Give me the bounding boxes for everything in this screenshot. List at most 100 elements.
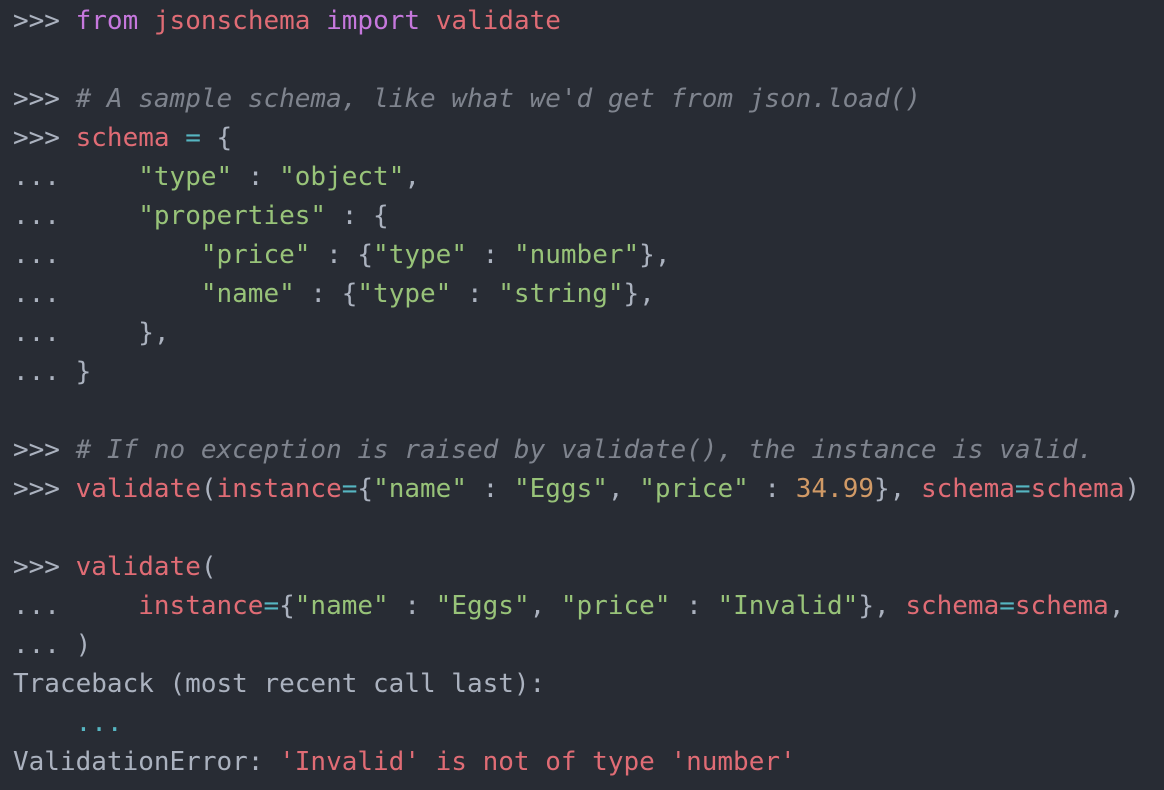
code-line: ... } [13, 353, 1164, 392]
punctuation-token: ( [200, 474, 217, 504]
punctuation-token [170, 123, 186, 153]
string-token: "type" [357, 279, 452, 309]
operator-token: = [341, 474, 358, 504]
punctuation-token [310, 6, 326, 36]
string-token: "name" [200, 279, 295, 309]
string-token: "type" [373, 240, 467, 270]
repl-prompt: >>> [13, 474, 76, 504]
output-line: ValidationError: 'Invalid' is not of typ… [13, 743, 1164, 782]
punctuation-token: : [670, 591, 718, 621]
identifier-token: schema [1014, 591, 1109, 621]
code-line: ... "properties" : { [13, 197, 1164, 236]
repl-prompt: ... [13, 240, 201, 270]
string-token: "string" [498, 279, 624, 309]
identifier-token: validate [435, 6, 561, 36]
punctuation-token: { [279, 591, 295, 621]
punctuation-token: ) [1124, 474, 1141, 504]
repl-prompt: ... [13, 201, 139, 231]
punctuation-token: : { [294, 279, 358, 309]
punctuation-token: }, [639, 240, 671, 270]
number-token: 34.99 [795, 474, 875, 504]
identifier-token: validate [75, 474, 201, 504]
identifier-token: schema [905, 591, 1000, 621]
repl-prompt: ... [13, 279, 201, 309]
code-line: ... ) [13, 626, 1164, 665]
string-token: "number" [513, 240, 640, 270]
output-line: ... [13, 704, 1164, 743]
error-message-token: 'Invalid' is not of type 'number' [279, 747, 796, 777]
punctuation-token: { [357, 474, 374, 504]
punctuation-token: , [1108, 591, 1125, 621]
identifier-token: schema [75, 123, 170, 153]
operator-token: = [263, 591, 280, 621]
output-text: ValidationError: [13, 747, 280, 777]
punctuation-token: , [529, 591, 561, 621]
comment-token: # A sample schema, like what we'd get fr… [75, 84, 921, 114]
identifier-token: validate [75, 552, 201, 582]
identifier-token: jsonschema [153, 6, 311, 36]
repl-prompt: >>> [13, 6, 76, 36]
repl-prompt: >>> [13, 84, 76, 114]
code-line: >>> # If no exception is raised by valid… [13, 431, 1164, 470]
code-line: ... "price" : {"type" : "number"}, [13, 236, 1164, 275]
punctuation-token: : { [326, 201, 389, 231]
punctuation-token: { [200, 123, 233, 153]
punctuation-token [138, 6, 154, 36]
keyword-token: import [326, 6, 421, 36]
repl-prompt: ... [13, 162, 139, 192]
code-line: ... "type" : "object", [13, 158, 1164, 197]
repl-prompt: ... [13, 357, 76, 387]
string-token: "object" [279, 162, 405, 192]
string-token: "price" [560, 591, 671, 621]
punctuation-token: ( [200, 552, 217, 582]
string-token: "name" [373, 474, 467, 504]
repl-prompt: >>> [13, 123, 76, 153]
punctuation-token: ) [75, 630, 92, 660]
repl-prompt: >>> [13, 552, 76, 582]
punctuation-token: : [451, 279, 499, 309]
code-line: >>> validate(instance={"name" : "Eggs", … [13, 470, 1164, 509]
repl-prompt: >>> [13, 435, 76, 465]
code-line: >>> # A sample schema, like what we'd ge… [13, 80, 1164, 119]
repl-prompt: ... [13, 591, 139, 621]
identifier-token: schema [920, 474, 1015, 504]
output-line: Traceback (most recent call last): [13, 665, 1164, 704]
string-token: "Eggs" [513, 474, 608, 504]
operator-token: = [185, 123, 201, 153]
punctuation-token: , [607, 474, 640, 504]
code-line: >>> validate( [13, 548, 1164, 587]
punctuation-token: : [232, 162, 280, 192]
string-token: "name" [294, 591, 389, 621]
string-token: "Eggs" [435, 591, 530, 621]
punctuation-token: : [466, 474, 514, 504]
string-token: "Invalid" [717, 591, 859, 621]
punctuation-token: }, [623, 279, 655, 309]
string-token: "properties" [138, 201, 327, 231]
punctuation-token: } [75, 357, 92, 387]
repl-prompt: ... [13, 630, 76, 660]
string-token: "price" [639, 474, 749, 504]
operator-token: ... [75, 708, 123, 738]
punctuation-token: }, [858, 591, 906, 621]
code-line: ... instance={"name" : "Eggs", "price" :… [13, 587, 1164, 626]
keyword-token: from [75, 6, 139, 36]
string-token: "type" [138, 162, 233, 192]
identifier-token: instance [138, 591, 264, 621]
code-line: >>> from jsonschema import validate [13, 2, 1164, 41]
code-line: >>> schema = { [13, 119, 1164, 158]
punctuation-token: }, [874, 474, 921, 504]
punctuation-token: }, [138, 318, 170, 348]
punctuation-token: : [388, 591, 436, 621]
output-text: Traceback (most recent call last): [13, 669, 546, 699]
repl-prompt: ... [13, 318, 139, 348]
string-token: "price" [200, 240, 311, 270]
identifier-token: schema [1030, 474, 1125, 504]
comment-token: # If no exception is raised by validate(… [75, 435, 1094, 465]
code-line: ... "name" : {"type" : "string"}, [13, 275, 1164, 314]
punctuation-token: : { [310, 240, 374, 270]
punctuation-token: : [466, 240, 514, 270]
identifier-token: instance [216, 474, 342, 504]
